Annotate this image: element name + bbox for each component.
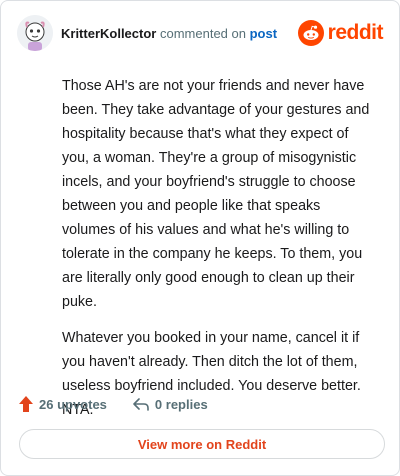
comment-card: KritterKollector commented on post reddi… — [0, 0, 400, 476]
upvote-count: 26 upvotes — [39, 396, 107, 412]
upvote-arrow-icon — [19, 396, 33, 412]
comment-header: KritterKollector commented on post reddi… — [17, 15, 384, 51]
user-avatar[interactable] — [17, 15, 53, 51]
reddit-logo[interactable]: reddit — [297, 20, 384, 46]
post-link[interactable]: post — [250, 26, 277, 41]
username-link[interactable]: KritterKollector — [61, 26, 156, 41]
upvote-stat[interactable]: 26 upvotes — [19, 396, 107, 412]
comment-meta: KritterKollector commented on post — [61, 26, 277, 41]
reddit-wordmark: reddit — [327, 21, 384, 44]
avatar-icon — [17, 15, 53, 51]
reply-stat[interactable]: 0 replies — [133, 397, 208, 412]
view-more-button[interactable]: View more on Reddit — [19, 429, 385, 459]
reddit-snoo-icon — [297, 20, 324, 46]
comment-paragraph: Those AH's are not your friends and neve… — [62, 78, 370, 310]
comment-body: Those AH's are not your friends and neve… — [62, 74, 372, 434]
action-text: commented on — [159, 25, 246, 41]
reply-arrow-icon — [133, 398, 149, 411]
comment-footer: 26 upvotes 0 replies — [19, 393, 234, 415]
reply-count: 0 replies — [154, 396, 208, 412]
